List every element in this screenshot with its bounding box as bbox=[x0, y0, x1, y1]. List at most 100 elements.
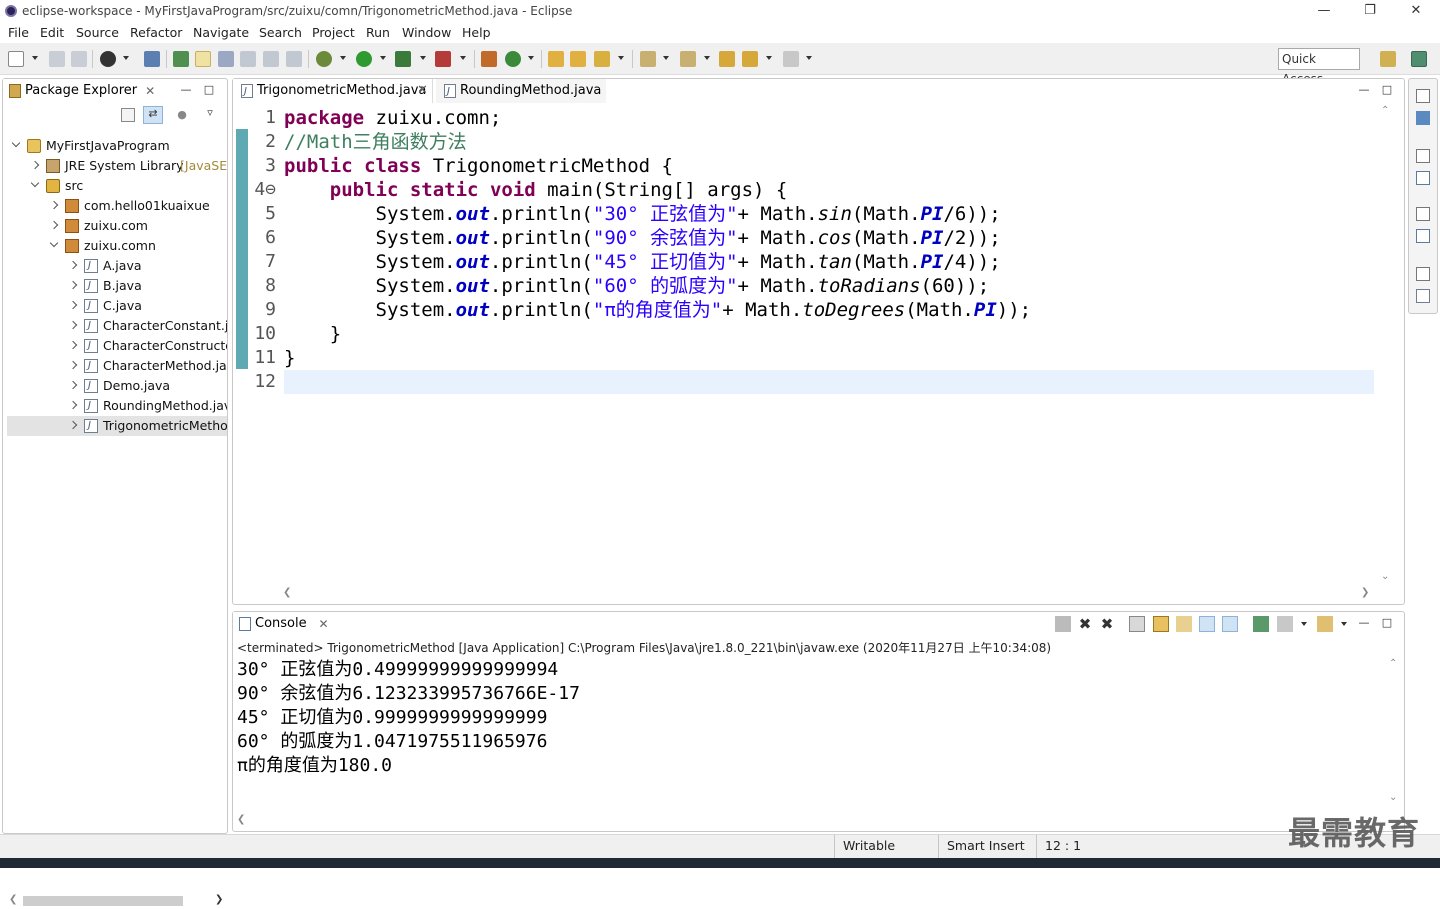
menu-file[interactable]: File bbox=[8, 25, 29, 40]
close-icon[interactable]: ✕ bbox=[319, 612, 329, 636]
tree-item[interactable]: A.java bbox=[7, 256, 227, 276]
profile-dropdown-icon[interactable] bbox=[123, 56, 129, 60]
open-perspective-icon[interactable] bbox=[1380, 51, 1396, 67]
code-line[interactable]: } bbox=[284, 346, 295, 370]
close-window-button[interactable]: ✕ bbox=[1393, 0, 1439, 22]
menu-source[interactable]: Source bbox=[76, 25, 119, 40]
console-tab[interactable]: Console ✕ bbox=[233, 612, 335, 636]
close-icon[interactable]: ✕ bbox=[417, 79, 428, 103]
open-type-hierarchy-icon[interactable] bbox=[548, 51, 564, 67]
quick-access-field[interactable]: Quick Access bbox=[1278, 48, 1360, 86]
scroll-lock-icon[interactable] bbox=[1153, 616, 1169, 632]
chevron-right-icon[interactable] bbox=[68, 380, 78, 390]
tree-item[interactable]: B.java bbox=[7, 276, 227, 296]
menu-window[interactable]: Window bbox=[402, 25, 451, 40]
menu-run[interactable]: Run bbox=[366, 25, 390, 40]
code-line[interactable]: package zuixu.comn; bbox=[284, 106, 501, 130]
show-console-on-stderr-icon[interactable] bbox=[1222, 616, 1238, 632]
tab-trigonometricmethod-java[interactable]: TrigonometricMethod.java ✕ bbox=[233, 79, 433, 104]
coverage-dropdown-icon[interactable] bbox=[420, 56, 426, 60]
close-icon[interactable]: ✕ bbox=[145, 79, 155, 103]
focus-active-task-icon[interactable]: ● bbox=[175, 108, 189, 122]
java-perspective-icon[interactable] bbox=[1411, 51, 1427, 67]
display-console-dropdown-icon[interactable] bbox=[1301, 622, 1307, 626]
open-type-icon[interactable] bbox=[173, 51, 189, 67]
task-list-icon[interactable] bbox=[1416, 171, 1430, 185]
javadoc-icon[interactable] bbox=[1416, 289, 1430, 303]
editor-vertical-scrollbar[interactable]: ⌃ ⌄ bbox=[1377, 105, 1395, 587]
open-console-dropdown-icon[interactable] bbox=[1341, 622, 1347, 626]
chevron-right-icon[interactable] bbox=[68, 360, 78, 370]
code-line[interactable]: System.out.println("π的角度值为"+ Math.toDegr… bbox=[284, 298, 1032, 322]
chevron-right-icon[interactable] bbox=[68, 300, 78, 310]
tree-item[interactable]: C.java bbox=[7, 296, 227, 316]
chevron-right-icon[interactable] bbox=[30, 160, 40, 170]
external-tools-icon[interactable] bbox=[435, 51, 451, 67]
tree-item[interactable]: CharacterConstructor bbox=[7, 336, 227, 356]
collapse-all-icon[interactable] bbox=[121, 108, 135, 122]
profile-icon[interactable] bbox=[100, 51, 116, 67]
coverage-icon[interactable] bbox=[395, 51, 411, 67]
toggle-mark-occurrences-icon[interactable] bbox=[195, 51, 211, 67]
open-task-icon[interactable] bbox=[570, 51, 586, 67]
restore-icon[interactable] bbox=[1416, 207, 1430, 221]
back-dropdown-icon[interactable] bbox=[766, 56, 772, 60]
terminate-icon[interactable] bbox=[1055, 616, 1071, 632]
view-menu-chevron-down-icon[interactable]: ▿ bbox=[203, 106, 217, 120]
tree-item[interactable]: Demo.java bbox=[7, 376, 227, 396]
tree-item[interactable]: zuixu.com bbox=[7, 216, 227, 236]
new-class-dropdown-icon[interactable] bbox=[528, 56, 534, 60]
display-selected-console-icon[interactable] bbox=[1277, 616, 1293, 632]
restore-icon[interactable] bbox=[1416, 89, 1430, 103]
chevron-right-icon[interactable] bbox=[68, 420, 78, 430]
restore-icon[interactable] bbox=[1416, 267, 1430, 281]
menu-search[interactable]: Search bbox=[259, 25, 302, 40]
menu-navigate[interactable]: Navigate bbox=[193, 25, 249, 40]
chevron-right-icon[interactable] bbox=[68, 320, 78, 330]
chevron-down-icon[interactable] bbox=[49, 238, 59, 248]
tab-roundingmethod-java[interactable]: RoundingMethod.java bbox=[436, 79, 606, 104]
back-icon[interactable] bbox=[742, 51, 758, 67]
clear-console-icon[interactable] bbox=[1129, 616, 1145, 632]
tree-item[interactable]: RoundingMethod.jav bbox=[7, 396, 227, 416]
outline-icon[interactable] bbox=[1416, 111, 1430, 125]
package-explorer-tab[interactable]: Package Explorer ✕ bbox=[3, 79, 162, 103]
block-selection-icon[interactable] bbox=[240, 51, 256, 67]
problems-icon[interactable] bbox=[1416, 229, 1430, 243]
link-with-editor-icon[interactable]: ⇄ bbox=[143, 106, 163, 124]
console-vertical-scrollbar[interactable]: ⌃ ⌄ bbox=[1385, 658, 1403, 808]
menu-help[interactable]: Help bbox=[462, 25, 491, 40]
pin-console-icon[interactable] bbox=[1253, 616, 1269, 632]
tree-item[interactable]: MyFirstJavaProgram bbox=[7, 136, 227, 156]
menu-refactor[interactable]: Refactor bbox=[130, 25, 182, 40]
minimize-button[interactable]: — bbox=[1301, 0, 1347, 22]
search-dropdown-icon[interactable] bbox=[618, 56, 624, 60]
chevron-right-icon[interactable] bbox=[68, 400, 78, 410]
remove-all-launches-icon[interactable]: ✖ bbox=[1099, 616, 1115, 632]
word-wrap-icon[interactable] bbox=[1176, 616, 1192, 632]
code-line[interactable]: //Math三角函数方法 bbox=[284, 130, 467, 154]
chevron-right-icon[interactable] bbox=[49, 200, 59, 210]
menu-edit[interactable]: Edit bbox=[40, 25, 64, 40]
code-editor[interactable]: 1 package zuixu.comn; 2 //Math三角函数方法 3 public… bbox=[234, 103, 1374, 585]
restore-icon[interactable] bbox=[1416, 149, 1430, 163]
tree-item[interactable]: zuixu.comn bbox=[7, 236, 227, 256]
chevron-right-icon[interactable] bbox=[68, 280, 78, 290]
tree-item[interactable]: CharacterConstant.ja bbox=[7, 316, 227, 336]
chevron-right-icon[interactable] bbox=[68, 260, 78, 270]
save-icon[interactable] bbox=[49, 51, 65, 67]
last-edit-location-icon[interactable] bbox=[719, 51, 735, 67]
maximize-console-icon[interactable]: □ bbox=[1380, 616, 1394, 630]
debug-dropdown-icon[interactable] bbox=[340, 56, 346, 60]
show-whitespace-icon[interactable] bbox=[263, 51, 279, 67]
new-icon[interactable] bbox=[8, 51, 24, 67]
toggle-word-wrap-icon[interactable] bbox=[218, 51, 234, 67]
external-tools-dropdown-icon[interactable] bbox=[460, 56, 466, 60]
chevron-right-icon[interactable] bbox=[49, 220, 59, 230]
new-java-package-icon[interactable] bbox=[481, 51, 497, 67]
open-console-icon[interactable] bbox=[1317, 616, 1333, 632]
forward-icon[interactable] bbox=[783, 51, 799, 67]
next-annotation-icon[interactable] bbox=[640, 51, 656, 67]
maximize-view-icon[interactable]: □ bbox=[202, 83, 216, 97]
run-dropdown-icon[interactable] bbox=[380, 56, 386, 60]
